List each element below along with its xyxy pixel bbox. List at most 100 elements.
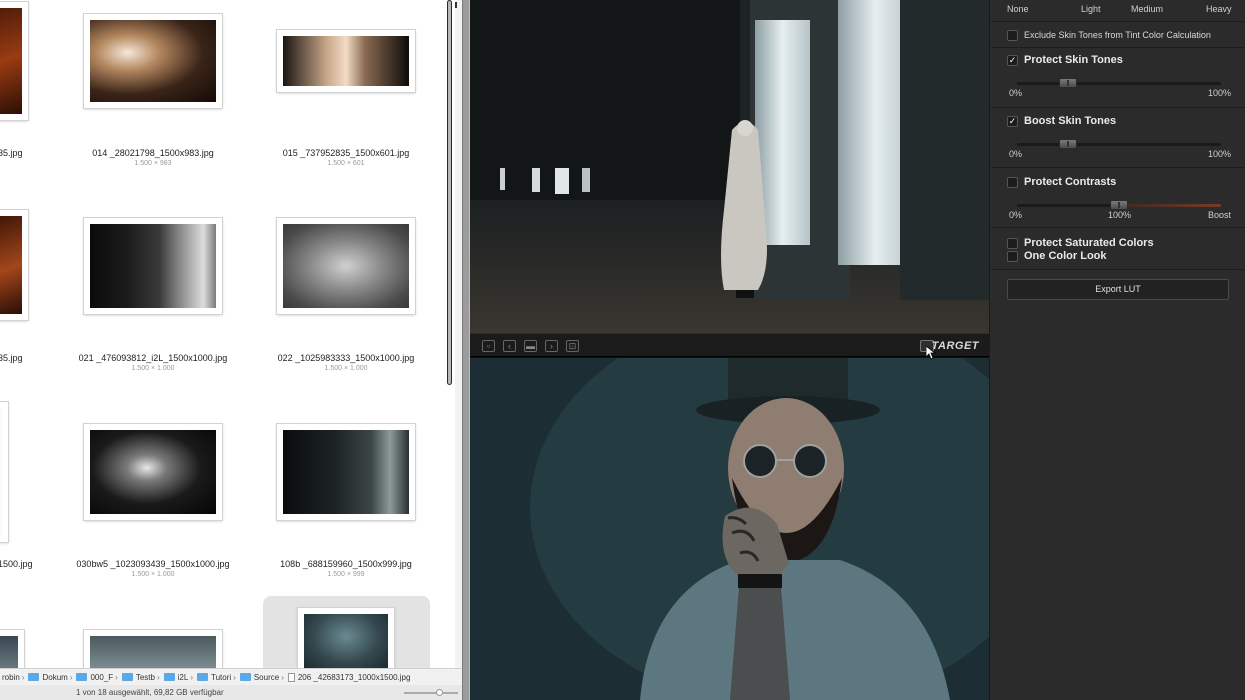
path-crumb[interactable]: i2L › [162,673,195,682]
path-crumb[interactable]: Tutori › [195,673,238,682]
protect-contrasts-checkbox[interactable] [1007,177,1018,188]
file-name-partial: 35.jpg [0,148,23,158]
path-crumb[interactable]: Testb › [120,673,162,682]
protect-contrasts-max: Boost [1208,210,1232,220]
target-label: TARGET [931,340,979,352]
protect-skin-min: 0% [1009,88,1023,98]
tint-strength-section: None Light Medium Heavy [991,0,1245,22]
fit-to-window-icon[interactable]: ⊡ [566,340,579,352]
protect-contrasts-slider-track[interactable] [1017,200,1221,210]
file-icon [287,672,295,682]
export-lut-button[interactable]: Export LUT [1007,279,1229,300]
thumbnail-row4-a[interactable] [84,630,222,670]
thumbnail-108b[interactable] [277,424,415,520]
folder-icon [163,673,175,681]
exclude-skin-label: Exclude Skin Tones from Tint Color Calcu… [1024,30,1211,40]
path-crumb[interactable]: robin › [2,673,26,682]
protect-saturated-label: Protect Saturated Colors [1024,237,1154,249]
protect-skin-max: 100% [1208,88,1232,98]
exclude-skin-section: Exclude Skin Tones from Tint Color Calcu… [991,22,1245,48]
path-crumb-label: Dokum [42,672,68,682]
save-icon[interactable]: ▫ [482,340,495,352]
thumbnail-030bw5[interactable] [84,424,222,520]
path-crumb-label: Source [253,672,280,682]
target-image-portrait [470,358,989,700]
thumbnail-021[interactable] [84,218,222,314]
path-crumb-label: Testb [135,672,155,682]
folder-icon [239,673,251,681]
boost-skin-section: ✓ Boost Skin Tones 0% 100% [991,108,1245,168]
protect-contrasts-slider-knob[interactable] [1110,200,1128,210]
path-crumb[interactable]: 206 _42683173_1000x1500.jpg [286,672,410,682]
slider-knob[interactable] [436,689,443,696]
status-bar: 1 von 18 ausgewählt, 69,82 GB verfügbar [0,685,462,700]
thumbnail-partial[interactable] [0,630,24,670]
protect-saturated-checkbox[interactable] [1007,238,1018,249]
thumbnail-partial[interactable] [0,2,28,120]
tint-level-none[interactable]: None [1007,4,1029,14]
file-name-partial: 35.jpg [0,353,23,363]
thumbnail-022[interactable] [277,218,415,314]
tint-level-light[interactable]: Light [1081,4,1101,14]
icon-size-slider[interactable] [404,689,458,696]
folder-icon [28,673,40,681]
file-dimensions: 1.500 × 999 [327,571,365,578]
thumbnail-206-selected[interactable] [298,608,394,670]
path-crumb-label: i2L [177,672,189,682]
protect-skin-checkbox[interactable]: ✓ [1007,55,1018,66]
tint-level-heavy[interactable]: Heavy [1206,4,1232,14]
thumbnail-partial[interactable] [0,210,28,320]
finder-scrollbar[interactable] [447,0,462,700]
protect-skin-label: Protect Skin Tones [1024,54,1123,66]
finder-window: 35.jpg 35.jpg 1500.jpg 014 _28021798_150… [0,0,462,700]
boost-skin-label: Boost Skin Tones [1024,115,1117,127]
one-color-look-label: One Color Look [1024,250,1107,262]
path-crumb[interactable]: 000_F › [74,673,119,682]
preview-area: ▫ ‹ ▬ › ⊡ TARGET [470,0,989,700]
file-name[interactable]: 021 _476093812_i2L_1500x1000.jpg [58,353,248,363]
boost-skin-checkbox[interactable]: ✓ [1007,116,1018,127]
chevron-right-icon[interactable]: › [545,340,558,352]
thumbnail-partial[interactable] [0,402,8,542]
one-color-look-checkbox[interactable] [1007,251,1018,262]
path-crumb-label: Tutori [211,672,232,682]
file-name[interactable]: 014 _28021798_1500x983.jpg [58,148,248,158]
file-name-partial: 1500.jpg [0,559,33,569]
path-crumb-label: 000_F [90,672,114,682]
boost-skin-slider-track[interactable] [1017,139,1221,149]
folder-icon[interactable]: ▬ [524,340,537,352]
file-name[interactable]: 030bw5 _1023093439_1500x1000.jpg [58,559,248,569]
protect-skin-slider-track[interactable] [1017,78,1221,88]
path-crumb-label: robin [2,672,20,682]
file-name[interactable]: 108b _688159960_1500x999.jpg [251,559,441,569]
folder-icon [121,673,133,681]
contrast-boost-fill [1119,204,1221,207]
file-dimensions: 1.500 × 983 [134,160,172,167]
path-bar: robin › Dokum › 000_F › Testb › i2L › Tutori ›… [0,668,462,685]
boost-skin-max: 100% [1208,149,1232,159]
protect-contrasts-label: Protect Contrasts [1024,176,1117,188]
protect-skin-slider-knob[interactable] [1059,78,1077,88]
settings-panel: None Light Medium Heavy Exclude Skin Ton… [989,0,1245,700]
color-options-section: Protect Saturated Colors One Color Look [991,228,1245,270]
file-name[interactable]: 015 _737952835_1500x601.jpg [251,148,441,158]
folder-icon [76,673,88,681]
file-name[interactable]: 022 _1025983333_1500x1000.jpg [251,353,441,363]
split-divider[interactable] [462,0,470,700]
thumbnail-015[interactable] [277,30,415,92]
scrollbar-knob[interactable] [447,0,457,385]
protect-contrasts-min: 0% [1009,210,1023,220]
file-dimensions: 1.500 × 1.000 [131,365,175,372]
chevron-left-icon[interactable]: ‹ [503,340,516,352]
tint-level-medium[interactable]: Medium [1131,4,1163,14]
boost-skin-slider-knob[interactable] [1059,139,1077,149]
file-dimensions: 1.500 × 1.000 [324,365,368,372]
path-crumb[interactable]: Source › [238,673,286,682]
file-dimensions: 1.500 × 1.000 [131,571,175,578]
path-crumb[interactable]: Dokum › [26,673,74,682]
exclude-skin-checkbox[interactable] [1007,30,1018,41]
source-image-mosque [470,0,989,333]
preview-toolbar: ▫ ‹ ▬ › ⊡ TARGET [470,333,989,357]
protect-contrasts-mid: 100% [1108,210,1132,220]
thumbnail-014[interactable] [84,14,222,108]
